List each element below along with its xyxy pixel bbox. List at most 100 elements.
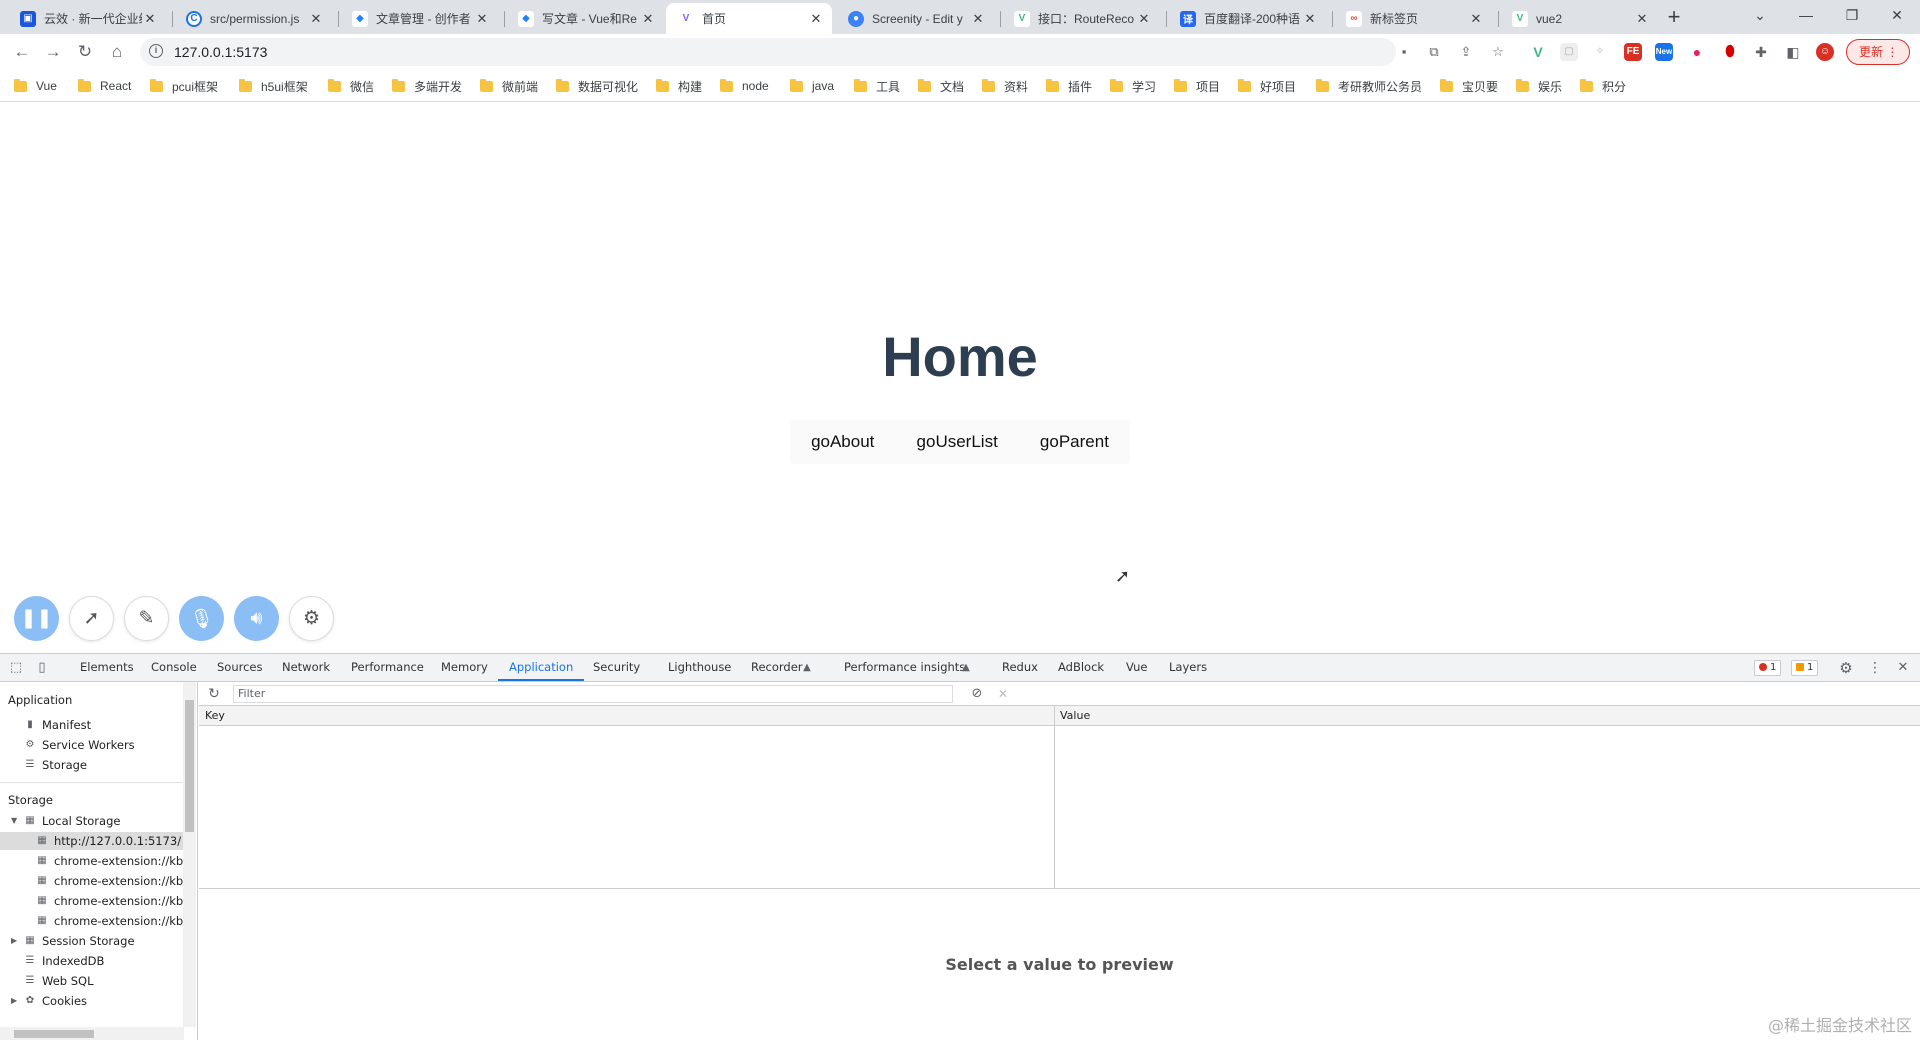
- new-tab-button[interactable]: +: [1660, 4, 1688, 32]
- collapsed-arrow-icon[interactable]: ▶: [11, 932, 17, 950]
- vue-devtools-icon[interactable]: V: [1529, 43, 1547, 61]
- tab-search-icon[interactable]: ⌄: [1737, 0, 1783, 30]
- browser-tab[interactable]: ◆ 写文章 - Vue和Re ✕: [506, 3, 664, 34]
- browser-tab[interactable]: V 接口：RouteReco ✕: [1002, 3, 1160, 34]
- error-count-badge[interactable]: 1: [1754, 660, 1782, 676]
- url-text[interactable]: 127.0.0.1:5173: [174, 38, 267, 66]
- bookmark-folder[interactable]: 项目: [1174, 78, 1220, 94]
- home-icon[interactable]: ⌂: [102, 37, 132, 67]
- bookmark-folder[interactable]: Vue: [14, 78, 57, 94]
- sidebar-item-localhost-storage[interactable]: ▦ http://127.0.0.1:5173/: [0, 832, 184, 850]
- sidebar-item-local-storage[interactable]: ▼ ▦ Local Storage: [11, 812, 120, 830]
- storage-table-body[interactable]: [199, 726, 1920, 889]
- reload-icon[interactable]: ↻: [70, 37, 100, 67]
- browser-tab[interactable]: C src/permission.js ✕: [174, 3, 332, 34]
- browser-tab[interactable]: ▣ 云效 · 新一代企业级 ✕: [8, 3, 166, 34]
- record-icon[interactable]: ●: [1688, 43, 1706, 61]
- tab-memory[interactable]: Memory: [441, 654, 488, 681]
- browser-tab-active[interactable]: V 首页 ✕: [666, 3, 832, 34]
- tab-performance-insights[interactable]: Performance insights: [844, 654, 965, 681]
- delete-selected-icon[interactable]: ✕: [995, 686, 1011, 702]
- tab-lighthouse[interactable]: Lighthouse: [668, 654, 731, 681]
- warning-count-badge[interactable]: 1: [1791, 660, 1819, 676]
- bookmark-folder[interactable]: 工具: [854, 78, 900, 94]
- inspect-element-icon[interactable]: ⬚: [8, 660, 24, 676]
- close-devtools-icon[interactable]: ✕: [1895, 660, 1911, 676]
- bookmark-folder[interactable]: 数据可视化: [556, 78, 638, 94]
- device-toolbar-icon[interactable]: ▯: [34, 660, 50, 676]
- close-icon[interactable]: ✕: [1634, 11, 1650, 27]
- back-icon[interactable]: ←: [7, 37, 37, 67]
- bookmark-folder[interactable]: 学习: [1110, 78, 1156, 94]
- sidebar-item-storage[interactable]: ☰ Storage: [24, 756, 87, 774]
- settings-gear-icon[interactable]: ⚙: [1838, 660, 1854, 676]
- browser-tab[interactable]: ∞ 新标签页 ✕: [1334, 3, 1492, 34]
- sidebar-item-session-storage[interactable]: ▶ ▦ Session Storage: [11, 932, 135, 950]
- refresh-icon[interactable]: ↻: [206, 686, 222, 702]
- close-icon[interactable]: ✕: [1468, 11, 1484, 27]
- restore-icon[interactable]: ❐: [1829, 0, 1875, 30]
- sidebar-icon[interactable]: ◧: [1784, 43, 1802, 61]
- update-button[interactable]: 更新 ⋮: [1846, 39, 1910, 65]
- forward-icon[interactable]: →: [38, 37, 68, 67]
- bookmark-folder[interactable]: 宝贝要: [1440, 78, 1498, 94]
- tab-adblock[interactable]: AdBlock: [1058, 654, 1104, 681]
- puzzle-icon[interactable]: ✚: [1752, 43, 1770, 61]
- scrollbar-thumb[interactable]: [14, 1030, 94, 1038]
- new-extension-icon[interactable]: New: [1655, 43, 1673, 61]
- sidebar-item-extension-storage[interactable]: ▦ chrome-extension://kbb: [36, 852, 190, 870]
- extension-icon[interactable]: ▢: [1560, 43, 1578, 61]
- pen-icon[interactable]: ✎: [124, 596, 169, 641]
- expanded-arrow-icon[interactable]: ▼: [11, 812, 17, 830]
- sidebar-item-manifest[interactable]: ▮ Manifest: [24, 716, 91, 734]
- bookmark-folder[interactable]: node: [720, 78, 769, 94]
- bookmark-folder[interactable]: 考研教师公务员: [1316, 78, 1422, 94]
- close-icon[interactable]: ✕: [640, 11, 656, 27]
- tab-vue[interactable]: Vue: [1126, 654, 1147, 681]
- opera-icon[interactable]: ⬮: [1721, 43, 1739, 61]
- fe-helper-icon[interactable]: FE: [1624, 43, 1642, 61]
- tab-layers[interactable]: Layers: [1169, 654, 1207, 681]
- minimize-icon[interactable]: —: [1783, 0, 1829, 30]
- info-icon[interactable]: i: [149, 44, 163, 58]
- clear-all-icon[interactable]: ⊘: [969, 686, 985, 702]
- close-icon[interactable]: ✕: [970, 11, 986, 27]
- speaker-icon[interactable]: 🔊︎: [234, 596, 279, 641]
- tab-network[interactable]: Network: [282, 654, 330, 681]
- bookmark-folder[interactable]: 微前端: [480, 78, 538, 94]
- bookmark-folder[interactable]: 积分: [1580, 78, 1626, 94]
- collapsed-arrow-icon[interactable]: ▶: [11, 992, 17, 1010]
- more-options-icon[interactable]: ⋮: [1867, 660, 1883, 676]
- column-divider[interactable]: [1054, 706, 1055, 889]
- bookmark-folder[interactable]: 资料: [982, 78, 1028, 94]
- sidebar-item-indexeddb[interactable]: ☰ IndexedDB: [24, 952, 105, 970]
- go-parent-link[interactable]: goParent: [1040, 432, 1109, 452]
- bookmark-folder[interactable]: 好项目: [1238, 78, 1296, 94]
- bookmark-folder[interactable]: 多端开发: [392, 78, 462, 94]
- close-icon[interactable]: ✕: [142, 11, 158, 27]
- pause-icon[interactable]: ❚❚: [14, 596, 59, 641]
- browser-tab[interactable]: ◆ 文章管理 - 创作者 ✕: [340, 3, 498, 34]
- browser-tab[interactable]: V vue2 ✕: [1500, 3, 1658, 34]
- microphone-icon[interactable]: 🎙︎: [179, 596, 224, 641]
- close-icon[interactable]: ✕: [1302, 11, 1318, 27]
- tab-redux[interactable]: Redux: [1002, 654, 1038, 681]
- bookmark-folder[interactable]: 文档: [918, 78, 964, 94]
- cursor-icon[interactable]: ➚: [69, 596, 114, 641]
- bookmark-folder[interactable]: 微信: [328, 78, 374, 94]
- address-bar[interactable]: i 127.0.0.1:5173 ▪ ⧉ ⇪ ☆: [140, 38, 1504, 66]
- sidebar-item-web-sql[interactable]: ☰ Web SQL: [24, 972, 94, 990]
- filter-input[interactable]: Filter: [233, 685, 953, 703]
- scrollbar-thumb[interactable]: [185, 700, 194, 832]
- gear-icon[interactable]: ⚙: [289, 596, 334, 641]
- tab-console[interactable]: Console: [151, 654, 197, 681]
- bookmark-folder[interactable]: java: [790, 78, 834, 94]
- sidebar-item-extension-storage[interactable]: ▦ chrome-extension://kbb: [36, 872, 190, 890]
- go-about-link[interactable]: goAbout: [811, 432, 874, 452]
- close-icon[interactable]: ✕: [308, 11, 324, 27]
- value-column-header[interactable]: Value: [1060, 706, 1090, 726]
- bookmark-folder[interactable]: React: [78, 78, 131, 94]
- translate-icon[interactable]: ⧉: [1426, 44, 1442, 60]
- sidebar-horizontal-scrollbar[interactable]: [0, 1027, 184, 1040]
- close-icon[interactable]: ✕: [474, 11, 490, 27]
